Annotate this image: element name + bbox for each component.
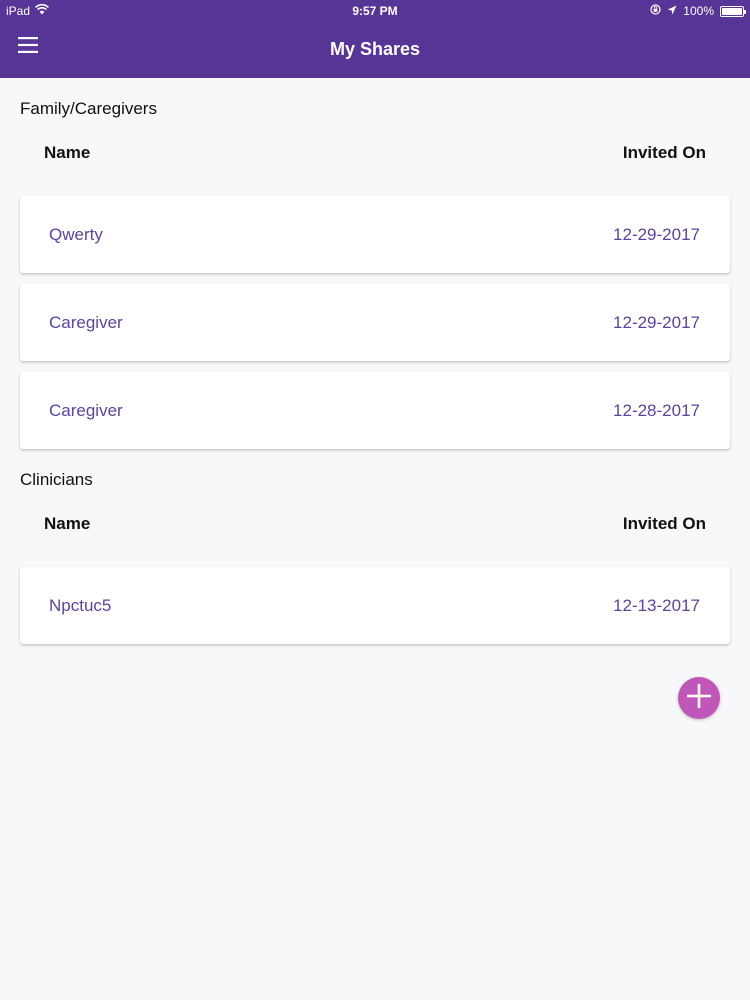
screen-lock-icon (650, 4, 661, 18)
share-invited-date: 12-28-2017 (613, 400, 700, 420)
share-invited-date: 12-13-2017 (613, 595, 700, 615)
share-name: Caregiver (49, 400, 123, 420)
share-invited-date: 12-29-2017 (613, 312, 700, 332)
column-header-name: Name (44, 143, 91, 162)
clinician-share-row[interactable]: Npctuc5 12-13-2017 (20, 567, 730, 644)
location-arrow-icon (667, 4, 677, 18)
family-share-row[interactable]: Qwerty 12-29-2017 (20, 196, 730, 273)
section-title-clinicians: Clinicians (20, 470, 93, 489)
status-bar: iPad 9:57 PM 100% (0, 0, 750, 22)
column-header-name: Name (44, 514, 91, 533)
clinicians-column-headers: Name Invited On (44, 514, 706, 534)
share-name: Npctuc5 (49, 595, 112, 615)
status-right: 100% (650, 4, 746, 18)
add-share-button[interactable] (678, 677, 720, 719)
family-column-headers: Name Invited On (44, 143, 706, 163)
battery-icon (720, 5, 746, 17)
nav-bar: My Shares (0, 22, 750, 78)
status-time: 9:57 PM (352, 4, 398, 18)
share-invited-date: 12-29-2017 (613, 224, 700, 244)
plus-icon (686, 683, 712, 714)
app-screen: iPad 9:57 PM 100% My Shares Family/Careg… (0, 0, 750, 1000)
share-name: Qwerty (49, 224, 103, 244)
battery-percent: 100% (683, 4, 714, 18)
family-share-row[interactable]: Caregiver 12-28-2017 (20, 372, 730, 449)
share-name: Caregiver (49, 312, 123, 332)
family-share-row[interactable]: Caregiver 12-29-2017 (20, 284, 730, 361)
section-title-family: Family/Caregivers (20, 99, 157, 118)
header: iPad 9:57 PM 100% My Shares (0, 0, 750, 78)
column-header-invited-on: Invited On (622, 514, 706, 533)
page-title: My Shares (329, 39, 421, 59)
column-header-invited-on: Invited On (622, 143, 706, 162)
